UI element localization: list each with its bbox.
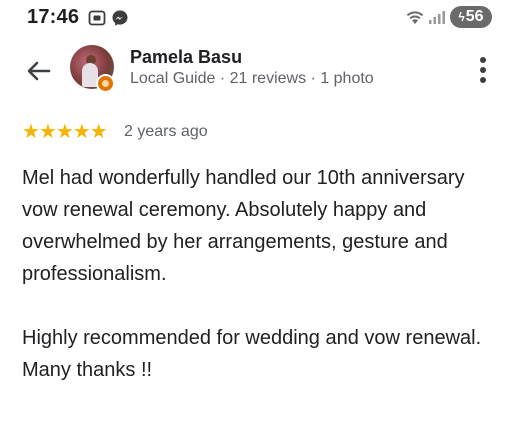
review-time: 2 years ago (124, 123, 208, 140)
star-icon: ★ (72, 121, 91, 143)
battery-level: 56 (465, 8, 484, 25)
arrow-back-icon (27, 61, 51, 81)
local-guide-badge-icon (96, 74, 115, 93)
status-bar: 17:46 ϟ56 (0, 0, 520, 36)
star-icon: ★ (55, 121, 74, 143)
battery-icon: ϟ56 (450, 6, 492, 28)
star-icon: ★ (22, 121, 40, 143)
star-icon: ★ (89, 121, 108, 143)
review-text: Mel had wonderfully handled our 10th ann… (22, 162, 492, 386)
star-rating: ★★★★★ (22, 121, 108, 143)
more-options-button[interactable] (474, 56, 492, 84)
review-paragraph: Mel had wonderfully handled our 10th ann… (22, 167, 465, 285)
status-time: 17:46 (27, 6, 80, 28)
back-button[interactable] (24, 56, 54, 86)
screen-record-icon (88, 10, 106, 26)
reviewer-meta: Local Guide · 21 reviews · 1 photo (130, 70, 374, 87)
more-vert-icon (480, 57, 486, 63)
star-icon: ★ (38, 121, 57, 143)
wifi-icon (406, 11, 424, 24)
signal-icon (429, 11, 445, 24)
reviewer-name[interactable]: Pamela Basu (130, 47, 242, 68)
review-paragraph: Many thanks !! (22, 359, 153, 381)
review-paragraph: Highly recommended for wedding and vow r… (22, 327, 482, 349)
messenger-icon (112, 10, 128, 26)
